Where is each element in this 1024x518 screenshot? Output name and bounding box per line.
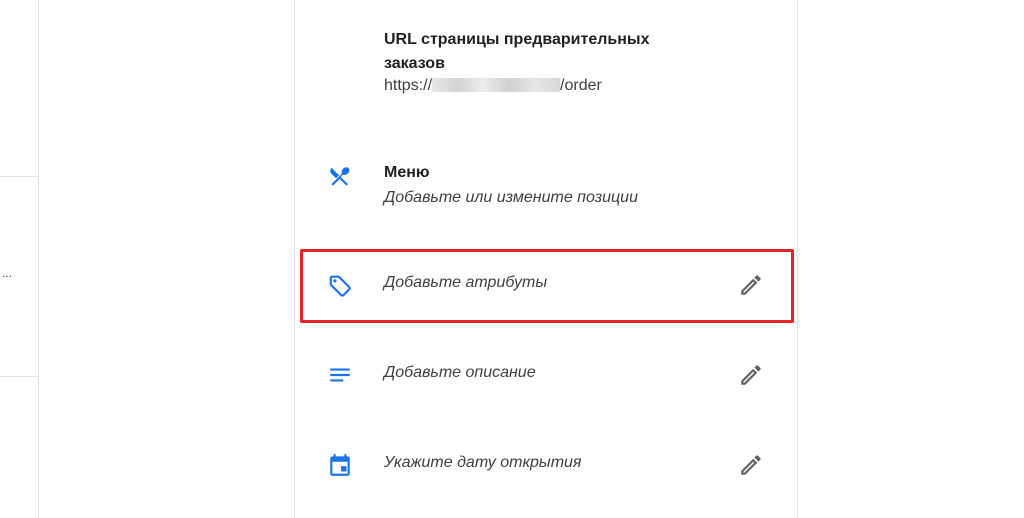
opening-date-edit-icon[interactable] xyxy=(738,452,764,478)
description-label: Добавьте описание xyxy=(384,364,536,381)
description-edit-icon[interactable] xyxy=(738,362,764,388)
menu-title: Меню xyxy=(384,164,430,181)
fork-spoon-icon xyxy=(327,164,353,190)
sidebar-truncated-text: ... xyxy=(2,266,13,280)
sidebar-divider xyxy=(0,376,38,377)
description-row[interactable]: Добавьте описание xyxy=(295,340,797,412)
url-suffix: /order xyxy=(560,77,602,94)
menu-row[interactable]: Меню Добавьте или измените позиции xyxy=(295,150,797,220)
text-lines-icon xyxy=(327,362,353,388)
url-prefix: https:// xyxy=(384,77,433,94)
left-sidebar: ... xyxy=(0,0,39,518)
calendar-icon xyxy=(327,452,353,478)
sidebar-divider xyxy=(0,176,38,177)
opening-date-row[interactable]: Укажите дату открытия xyxy=(295,430,797,502)
blurred-domain xyxy=(432,78,561,92)
attributes-highlight-box xyxy=(300,249,794,323)
preorder-url-value[interactable]: https:// /order xyxy=(384,77,602,95)
preorder-url-title: URL страницы предварительных заказов xyxy=(384,31,650,72)
menu-subtitle: Добавьте или измените позиции xyxy=(384,189,638,206)
opening-date-label: Укажите дату открытия xyxy=(384,454,582,471)
